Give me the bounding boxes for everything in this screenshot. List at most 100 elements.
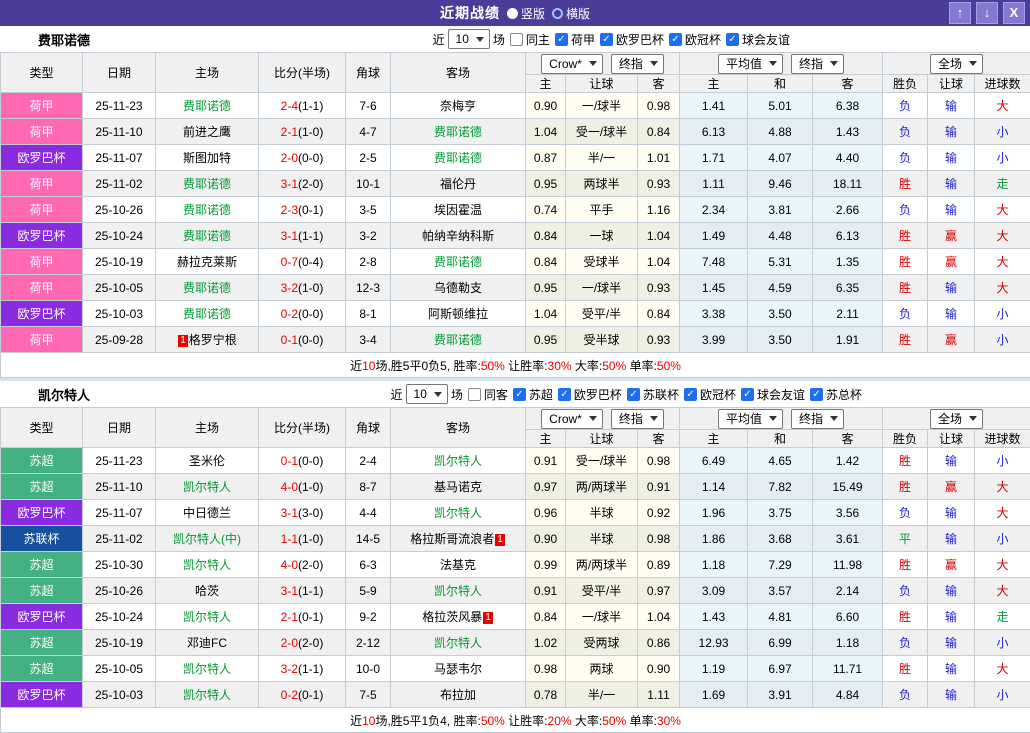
away-team: 法基克 — [391, 552, 526, 578]
away-team: 埃因霍温 — [391, 197, 526, 223]
radio-horizontal-label: 横版 — [566, 5, 590, 22]
crow-home-odds: 0.84 — [526, 604, 566, 630]
match-count-select[interactable]: 10 — [448, 29, 490, 49]
match-row: 荷甲25-11-10前进之鹰2-1(1-0)4-7费耶诺德1.04受一/球半0.… — [1, 119, 1030, 145]
result-winloss: 胜 — [883, 327, 928, 353]
result-winloss: 胜 — [883, 249, 928, 275]
summary-segment: 大率: — [572, 714, 603, 728]
provider-select[interactable]: Crow* — [541, 409, 603, 429]
final-odds-select[interactable]: 终指 — [611, 409, 664, 429]
score: 0-2(0-0) — [259, 301, 346, 327]
final-odds-select[interactable]: 终指 — [611, 54, 664, 74]
final-odds-select-2[interactable]: 终指 — [791, 409, 844, 429]
col-crow-away: 客 — [638, 75, 680, 93]
league-badge: 苏超 — [1, 474, 83, 500]
section-celtic: 凯尔特人 近10场同客✓苏超✓欧罗巴杯✓苏联杯✓欧冠杯✓球会友谊✓苏总杯 类型 … — [0, 381, 1030, 733]
scroll-down-button[interactable]: ↓ — [976, 2, 998, 24]
corners: 4-7 — [346, 119, 391, 145]
corners: 2-5 — [346, 145, 391, 171]
odds-provider-header: Crow* 终指 — [526, 53, 680, 75]
league-badge: 荷甲 — [1, 327, 83, 353]
avg-draw-odds: 3.81 — [748, 197, 813, 223]
league-checkbox-球会友谊[interactable]: ✓ — [741, 388, 754, 401]
result-winloss: 负 — [883, 145, 928, 171]
score: 3-1(1-1) — [259, 578, 346, 604]
league-badge: 苏超 — [1, 578, 83, 604]
league-badge: 欧罗巴杯 — [1, 145, 83, 171]
league-checkbox-欧罗巴杯[interactable]: ✓ — [600, 33, 613, 46]
avg-draw-odds: 4.65 — [748, 448, 813, 474]
crow-home-odds: 0.90 — [526, 526, 566, 552]
same-venue-checkbox[interactable] — [510, 33, 523, 46]
match-date: 25-11-23 — [83, 93, 156, 119]
crow-home-odds: 1.04 — [526, 119, 566, 145]
corners: 10-0 — [346, 656, 391, 682]
match-row: 苏超25-10-05凯尔特人3-2(1-1)10-0马瑟韦尔0.98两球0.90… — [1, 656, 1030, 682]
match-count-select[interactable]: 10 — [406, 384, 448, 404]
result-winloss: 负 — [883, 500, 928, 526]
match-row: 荷甲25-11-23费耶诺德2-4(1-1)7-6奈梅亨0.90一/球半0.98… — [1, 93, 1030, 119]
match-row: 苏超25-10-26哈茨3-1(1-1)5-9凯尔特人0.91受平/半0.973… — [1, 578, 1030, 604]
radio-unselected-icon[interactable] — [552, 8, 563, 19]
crow-handicap: 一/球半 — [566, 275, 638, 301]
col-score: 比分(半场) — [259, 53, 346, 93]
avg-odds-header: 平均值 终指 — [680, 53, 883, 75]
crow-handicap: 半/一 — [566, 682, 638, 708]
average-select[interactable]: 平均值 — [718, 409, 783, 429]
title-group: 近期战绩 竖版 横版 — [440, 3, 590, 23]
crow-home-odds: 0.95 — [526, 275, 566, 301]
league-checkbox-欧罗巴杯[interactable]: ✓ — [558, 388, 571, 401]
crow-handicap: 半球 — [566, 500, 638, 526]
home-team-name: 凯尔特人 — [183, 688, 231, 702]
provider-select[interactable]: Crow* — [541, 54, 603, 74]
col-crow-home: 主 — [526, 430, 566, 448]
crow-home-odds: 0.99 — [526, 552, 566, 578]
result-handicap: 输 — [928, 119, 975, 145]
average-select[interactable]: 平均值 — [718, 54, 783, 74]
league-label: 球会友谊 — [757, 386, 805, 403]
league-checkbox-苏总杯[interactable]: ✓ — [810, 388, 823, 401]
match-row: 欧罗巴杯25-10-03费耶诺德0-2(0-0)8-1阿斯顿维拉1.04受平/半… — [1, 301, 1030, 327]
fulltime-select[interactable]: 全场 — [930, 409, 983, 429]
match-date: 25-10-24 — [83, 604, 156, 630]
fulltime-score: 3-1 — [281, 584, 298, 598]
home-team-name: 赫拉克莱斯 — [177, 255, 237, 269]
corners: 14-5 — [346, 526, 391, 552]
score: 0-1(0-0) — [259, 448, 346, 474]
match-row: 苏超25-10-30凯尔特人4-0(2-0)6-3法基克0.99两/两球半0.8… — [1, 552, 1030, 578]
halftime-score: (1-0) — [298, 532, 323, 546]
chevron-down-icon — [434, 392, 442, 397]
away-team: 马瑟韦尔 — [391, 656, 526, 682]
col-away: 客场 — [391, 53, 526, 93]
score: 3-1(2-0) — [259, 171, 346, 197]
close-button[interactable]: X — [1003, 2, 1025, 24]
avg-away-odds: 2.11 — [813, 301, 883, 327]
match-row: 欧罗巴杯25-11-07中日德兰3-1(3-0)4-4凯尔特人0.96半球0.9… — [1, 500, 1030, 526]
radio-horizontal-layout[interactable]: 横版 — [552, 5, 590, 22]
league-checkbox-欧冠杯[interactable]: ✓ — [684, 388, 697, 401]
final-odds-select-2[interactable]: 终指 — [791, 54, 844, 74]
away-team-name: 费耶诺德 — [434, 333, 482, 347]
result-handicap: 输 — [928, 275, 975, 301]
away-team-name: 埃因霍温 — [434, 203, 482, 217]
fulltime-select[interactable]: 全场 — [930, 54, 983, 74]
radio-selected-icon[interactable] — [507, 8, 518, 19]
fulltime-score: 3-1 — [281, 506, 298, 520]
summary-segment: 50% — [602, 714, 626, 728]
avg-away-odds: 1.43 — [813, 119, 883, 145]
league-checkbox-苏超[interactable]: ✓ — [513, 388, 526, 401]
result-goals: 小 — [975, 682, 1030, 708]
league-checkbox-荷甲[interactable]: ✓ — [555, 33, 568, 46]
same-venue-checkbox[interactable] — [468, 388, 481, 401]
league-checkbox-苏联杯[interactable]: ✓ — [627, 388, 640, 401]
avg-home-odds: 12.93 — [680, 630, 748, 656]
league-checkbox-球会友谊[interactable]: ✓ — [726, 33, 739, 46]
league-checkbox-欧冠杯[interactable]: ✓ — [669, 33, 682, 46]
result-winloss: 负 — [883, 197, 928, 223]
scroll-up-button[interactable]: ↑ — [949, 2, 971, 24]
radio-vertical-layout[interactable]: 竖版 — [507, 5, 545, 22]
arrow-up-icon: ↑ — [957, 5, 964, 20]
crow-home-odds: 0.84 — [526, 223, 566, 249]
crow-away-odds: 1.04 — [638, 604, 680, 630]
crow-handicap: 受平/半 — [566, 301, 638, 327]
